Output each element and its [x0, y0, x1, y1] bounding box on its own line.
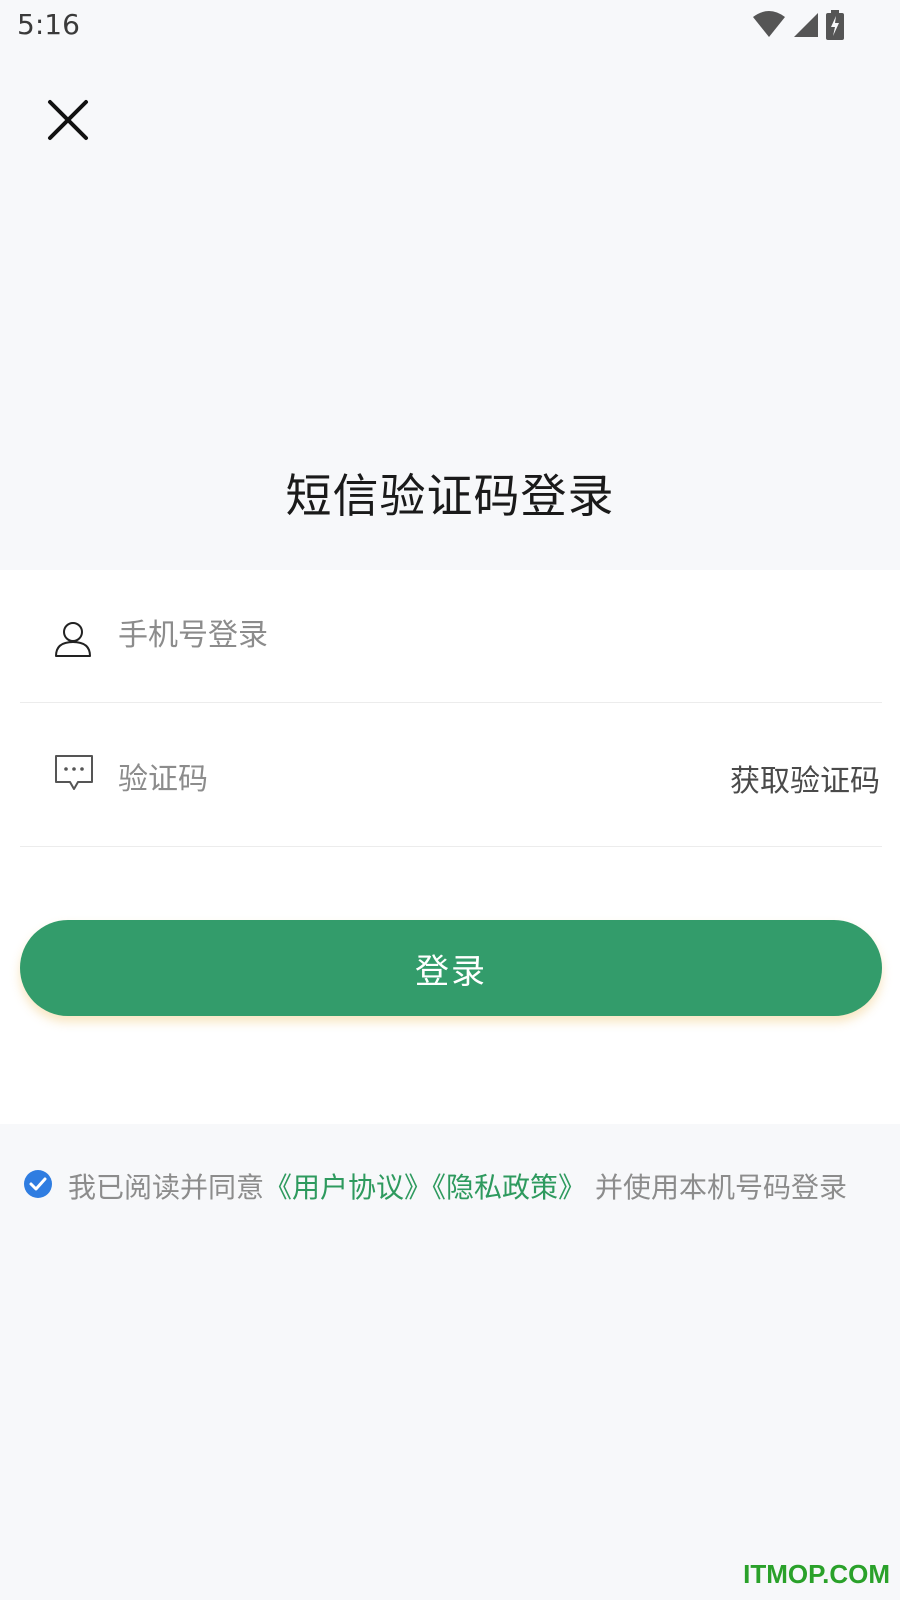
- message-icon: [55, 755, 93, 790]
- phone-input[interactable]: [116, 610, 600, 660]
- status-icons: [752, 10, 844, 40]
- agreement-suffix: 并使用本机号码登录: [586, 1171, 847, 1204]
- status-time: 5:16: [17, 8, 80, 41]
- login-button[interactable]: 登录: [20, 920, 882, 1016]
- close-button[interactable]: [44, 96, 92, 144]
- code-field-row: 获取验证码: [20, 702, 882, 847]
- checkmark-icon: [29, 1177, 47, 1191]
- phone-field-row: [20, 570, 882, 703]
- agreement-prefix: 我已阅读并同意: [68, 1171, 265, 1204]
- close-icon: [48, 100, 88, 140]
- battery-charging-icon: [826, 10, 844, 40]
- cell-signal-icon: [794, 13, 818, 37]
- user-icon: [55, 622, 91, 657]
- get-code-button[interactable]: 获取验证码: [730, 756, 880, 800]
- code-input[interactable]: [116, 754, 600, 804]
- wifi-icon: [753, 11, 785, 37]
- login-page: 5:16 短信验证码登录 手机号登录 验证码 获取验证码 登录 我已阅读并同意《…: [0, 0, 900, 1600]
- watermark: ITMOP.COM: [743, 1559, 890, 1589]
- page-title: 短信验证码登录: [285, 469, 615, 523]
- agreement-text: 我已阅读并同意《用户协议》《隐私政策》 并使用本机号码登录: [68, 1166, 868, 1210]
- status-bar: 5:16: [0, 0, 900, 48]
- login-form: 获取验证码 登录: [0, 570, 900, 1124]
- user-agreement-link[interactable]: 《用户协议》: [264, 1171, 432, 1204]
- agreement-checkbox[interactable]: [24, 1170, 52, 1198]
- privacy-policy-link[interactable]: 《隐私政策》: [432, 1171, 586, 1204]
